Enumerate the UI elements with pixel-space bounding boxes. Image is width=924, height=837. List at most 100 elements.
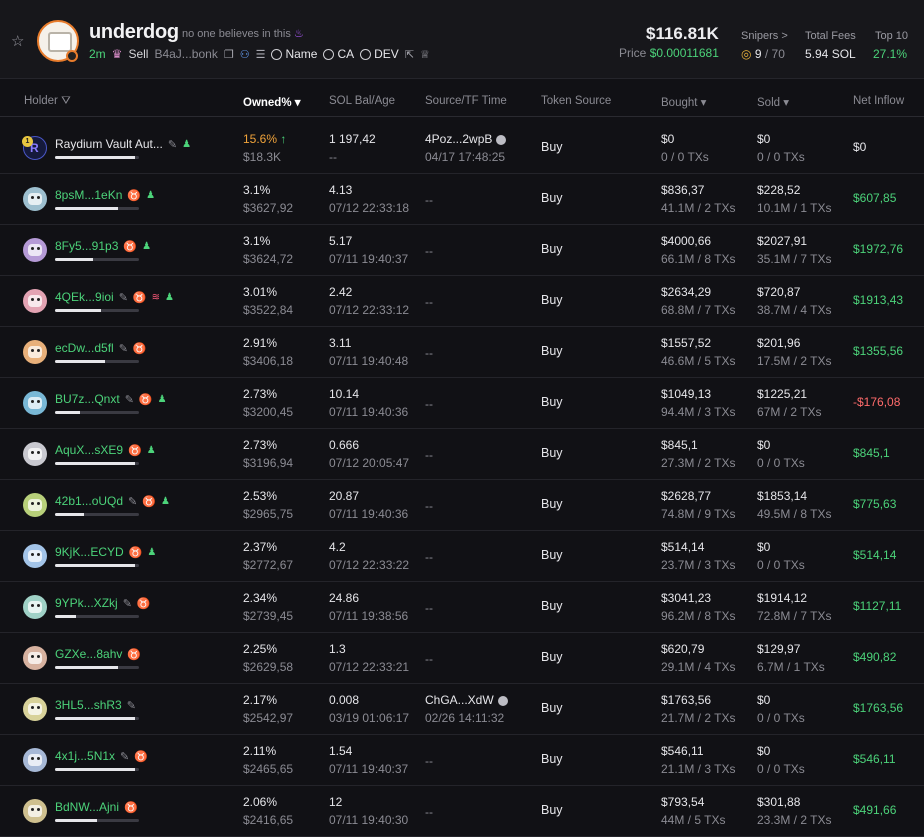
col-token-source[interactable]: Token Source <box>541 95 611 107</box>
owned-percent: 3.01% <box>243 285 278 299</box>
holder-address[interactable]: 4QEk...9ioi ✎ ♉ ≋ ♟ <box>55 290 174 304</box>
holder-address[interactable]: Raydium Vault Aut... ✎ ♟ <box>55 137 191 151</box>
copy-icon[interactable]: ❐ <box>224 48 234 61</box>
search-icon <box>271 48 283 60</box>
search-name-link[interactable]: Name <box>271 47 317 61</box>
holder-address[interactable]: 9YPk...XZkj ✎ ♉ <box>55 596 151 610</box>
menu-icon[interactable]: ☰ <box>256 48 266 61</box>
owned-percent: 2.73% <box>243 387 278 401</box>
star-icon[interactable]: ☆ <box>11 34 27 50</box>
col-bought[interactable]: Bought ▾ <box>661 95 706 109</box>
table-row[interactable]: GZXe...8ahv ♉ 2.25% $2629,58 1.3 07/12 22:33:… <box>0 633 924 684</box>
holding-bar <box>55 615 139 618</box>
search-icon <box>323 48 335 60</box>
contract-address[interactable]: B4aJ...bonk <box>154 47 217 61</box>
edit-icon[interactable]: ✎ <box>123 597 132 610</box>
user-icon: ♟ <box>142 240 152 252</box>
source-address[interactable]: 4Poz...2wpB <box>425 132 507 146</box>
fire-icon: ♨ <box>293 28 304 40</box>
wallet-age: 03/19 01:06:17 <box>329 711 410 725</box>
table-row[interactable]: BU7z...Qnxt ✎ ♉ ♟ 2.73% $3200,45 10.14 07/11 19… <box>0 378 924 429</box>
avatar <box>23 697 47 721</box>
token-source: Buy <box>541 650 563 664</box>
col-sold[interactable]: Sold ▾ <box>757 95 789 109</box>
snipers-value: ◎ 9 / 70 <box>741 47 785 61</box>
table-row[interactable]: 42b1...oUQd ✎ ♉ ♟ 2.53% $2965,75 20.87 07/11 19… <box>0 480 924 531</box>
holder-address[interactable]: 42b1...oUQd ✎ ♉ ♟ <box>55 494 170 508</box>
sol-balance: 1.3 <box>329 642 346 656</box>
edit-icon[interactable]: ✎ <box>125 393 134 406</box>
table-row[interactable]: 4QEk...9ioi ✎ ♉ ≋ ♟ 3.01% $3522,84 2.42 07/12 22… <box>0 276 924 327</box>
owned-usd: $2416,65 <box>243 813 294 827</box>
avatar <box>23 799 47 823</box>
col-sol-bal[interactable]: SOL Bal/Age <box>329 95 395 107</box>
holders-table: R 1 Raydium Vault Aut... ✎ ♟ 15.6% ↑ $18.3K 1 1… <box>0 123 924 837</box>
table-row[interactable]: 9KjK...ECYD ♉ ♟ 2.37% $2772,67 4.2 07/12 22:33… <box>0 531 924 582</box>
edit-icon[interactable]: ✎ <box>128 495 137 508</box>
sold-txs: 10.1M / 1 TXs <box>757 201 832 215</box>
col-net-inflow[interactable]: Net Inflow <box>853 95 904 107</box>
holder-address[interactable]: 9KjK...ECYD ♉ ♟ <box>55 545 156 559</box>
source-address[interactable]: ChGA...XdW <box>425 693 508 707</box>
table-row[interactable]: R 1 Raydium Vault Aut... ✎ ♟ 15.6% ↑ $18.3K 1 1… <box>0 123 924 174</box>
sold-usd: $1225,21 <box>757 387 808 401</box>
avatar <box>23 493 47 517</box>
bought-usd: $845,1 <box>661 438 698 452</box>
table-row[interactable]: ecDw...d5fl ✎ ♉ 2.91% $3406,18 3.11 07/11 19:4… <box>0 327 924 378</box>
edit-icon[interactable]: ✎ <box>168 138 177 151</box>
edit-icon[interactable]: ✎ <box>127 699 136 712</box>
holding-bar <box>55 717 139 720</box>
token-source: Buy <box>541 497 563 511</box>
table-row[interactable]: 4x1j...5N1x ✎ ♉ 2.11% $2465,65 1.54 07/11 19:4… <box>0 735 924 786</box>
col-holder[interactable]: Holder ⛛ <box>24 95 71 108</box>
net-inflow: $491,66 <box>853 803 897 817</box>
edit-icon[interactable]: ✎ <box>120 750 129 763</box>
owned-percent: 2.37% <box>243 540 278 554</box>
holder-address[interactable]: 4x1j...5N1x ✎ ♉ <box>55 749 148 763</box>
table-row[interactable]: BdNW...Ajni ♉ 2.06% $2416,65 12 07/11 19:40:3… <box>0 786 924 837</box>
wallet-age: 07/11 19:40:36 <box>329 405 409 419</box>
sold-usd: $720,87 <box>757 285 801 299</box>
col-source[interactable]: Source/TF Time <box>425 95 507 107</box>
token-source: Buy <box>541 803 563 817</box>
bought-txs: 94.4M / 3 TXs <box>661 405 736 419</box>
token-source: Buy <box>541 395 563 409</box>
snipers-label[interactable]: Snipers > <box>741 30 788 42</box>
holder-address[interactable]: ecDw...d5fl ✎ ♉ <box>55 341 147 355</box>
holder-address[interactable]: AquX...sXE9 ♉ ♟ <box>55 443 156 457</box>
edit-icon[interactable]: ✎ <box>119 291 128 304</box>
sold-usd: $0 <box>757 693 771 707</box>
holder-address[interactable]: GZXe...8ahv ♉ <box>55 647 141 661</box>
owned-usd: $3200,45 <box>243 405 294 419</box>
holder-address[interactable]: 8Fy5...91p3 ♉ ♟ <box>55 239 151 253</box>
bundle-icon[interactable]: ⚇ <box>240 48 250 61</box>
table-row[interactable]: 8Fy5...91p3 ♉ ♟ 3.1% $3624,72 5.17 07/11 19:40… <box>0 225 924 276</box>
bought-usd: $2628,77 <box>661 489 712 503</box>
sol-balance: 4.2 <box>329 540 346 554</box>
sold-usd: $129,97 <box>757 642 801 656</box>
search-ca-link[interactable]: CA <box>323 47 354 61</box>
col-owned[interactable]: Owned% ▾ <box>243 95 301 109</box>
holding-bar <box>55 207 139 210</box>
bull-icon: ♉ <box>123 240 138 253</box>
holder-address[interactable]: BdNW...Ajni ♉ <box>55 800 138 814</box>
search-dev-link[interactable]: DEV <box>360 47 399 61</box>
table-row[interactable]: 8psM...1eKn ♉ ♟ 3.1% $3627,92 4.13 07/12 22:33… <box>0 174 924 225</box>
stack-icon: ≋ <box>151 291 161 303</box>
sold-txs: 17.5M / 2 TXs <box>757 354 832 368</box>
sold-usd: $0 <box>757 540 771 554</box>
table-row[interactable]: 9YPk...XZkj ✎ ♉ 2.34% $2739,45 24.86 07/11 19:… <box>0 582 924 633</box>
external-link-icon[interactable]: ⇱ <box>405 48 414 61</box>
filter-icon: ⛛ <box>61 95 71 107</box>
wallet-age: 07/11 19:40:36 <box>329 507 409 521</box>
bull-icon: ♉ <box>134 750 148 763</box>
holder-address[interactable]: 8psM...1eKn ♉ ♟ <box>55 188 155 202</box>
net-inflow: $1763,56 <box>853 701 904 715</box>
crown-icon[interactable]: ♕ <box>420 48 430 61</box>
table-row[interactable]: AquX...sXE9 ♉ ♟ 2.73% $3196,94 0.666 07/12 20:… <box>0 429 924 480</box>
table-row[interactable]: 3HL5...shR3 ✎ 2.17% $2542,97 0.008 03/19 01:0… <box>0 684 924 735</box>
holder-address[interactable]: 3HL5...shR3 ✎ <box>55 698 136 712</box>
holder-address[interactable]: BU7z...Qnxt ✎ ♉ ♟ <box>55 392 167 406</box>
edit-icon[interactable]: ✎ <box>119 342 128 355</box>
user-icon: ♟ <box>160 495 170 507</box>
